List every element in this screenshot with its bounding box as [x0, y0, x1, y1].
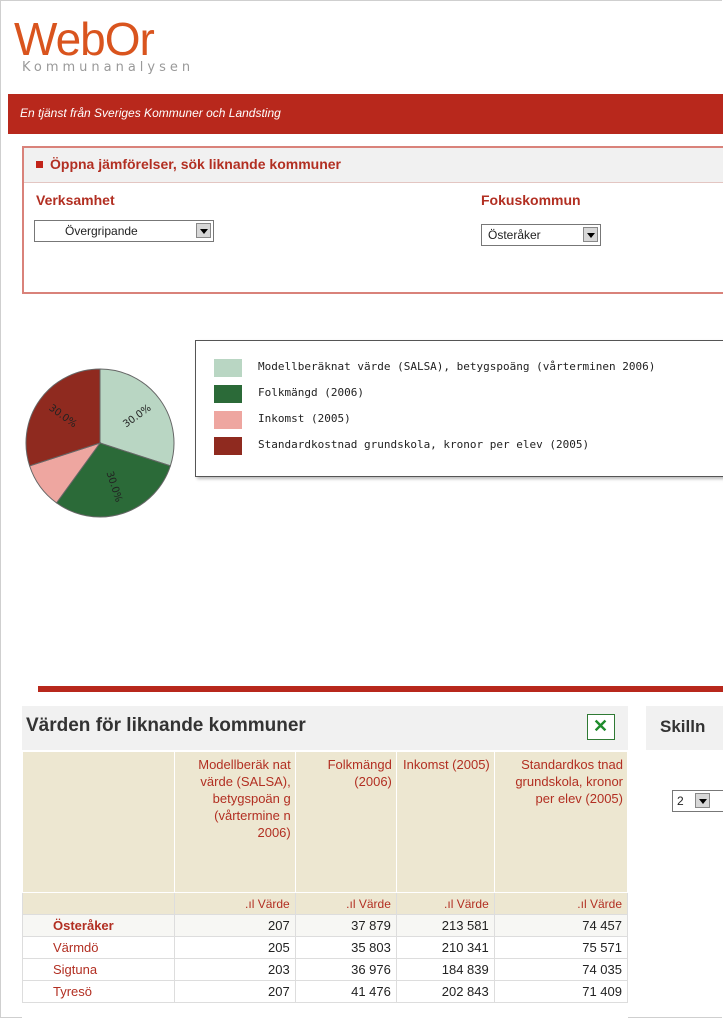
- table-panel-header: Värden för liknande kommuner ✕: [22, 706, 628, 750]
- chevron-down-icon[interactable]: [583, 227, 598, 242]
- values-table: Modellberäk nat värde (SALSA), betygspoä…: [21, 751, 629, 1003]
- fokuskommun-select[interactable]: Österåker: [481, 224, 601, 246]
- table-cell: 203: [174, 958, 296, 981]
- table-cell: 74 035: [493, 958, 629, 981]
- chevron-down-icon[interactable]: [196, 223, 211, 238]
- sort-value-header[interactable]: .ıl Värde: [493, 892, 629, 915]
- legend-swatch: [214, 437, 242, 455]
- table-subheader-row: .ıl Värde .ıl Värde .ıl Värde .ıl Värde: [21, 892, 629, 915]
- fokuskommun-value: Österåker: [488, 228, 541, 242]
- table-cell: 36 976: [294, 958, 397, 981]
- column-header: [21, 751, 176, 893]
- verksamhet-label: Verksamhet: [36, 192, 115, 208]
- table-cell: 207: [174, 914, 296, 937]
- column-header[interactable]: Modellberäk nat värde (SALSA), betygspoä…: [174, 751, 296, 893]
- table-cell: 213 581: [395, 914, 495, 937]
- logo-brand: WebOr: [14, 13, 155, 65]
- verksamhet-select[interactable]: Övergripande: [34, 220, 214, 242]
- legend-swatch: [214, 385, 242, 403]
- table-cell: 37 879: [294, 914, 397, 937]
- chevron-down-icon[interactable]: [695, 793, 710, 808]
- side-panel-header: Skilln: [646, 706, 723, 750]
- header-bar: En tjänst från Sveriges Kommuner och Lan…: [8, 94, 723, 134]
- municipality-link[interactable]: Sigtuna: [21, 958, 176, 981]
- table-cell: 202 843: [395, 980, 495, 1003]
- legend-swatch: [214, 411, 242, 429]
- side-panel-title: Skilln: [660, 717, 706, 736]
- verksamhet-value: Övergripande: [65, 224, 138, 238]
- search-panel: Öppna jämförelser, sök liknande kommuner…: [22, 146, 723, 294]
- bullet-icon: [36, 161, 43, 168]
- legend-swatch: [214, 359, 242, 377]
- table-cell: 74 457: [493, 914, 629, 937]
- logo-subtitle: Kommunanalysen: [22, 60, 195, 75]
- tagline: En tjänst från Sveriges Kommuner och Lan…: [20, 106, 281, 120]
- table-cell: 207: [174, 980, 296, 1003]
- column-header[interactable]: Standardkos tnad grundskola, kronor per …: [493, 751, 629, 893]
- chart-legend: Modellberäknat värde (SALSA), betygspoän…: [195, 340, 723, 477]
- pie-chart: 30.0%30.0%30.0%: [25, 368, 175, 518]
- sort-value-header[interactable]: .ıl Värde: [294, 892, 397, 915]
- column-header[interactable]: Folkmängd (2006): [294, 751, 397, 893]
- legend-label: Folkmängd (2006): [258, 386, 364, 399]
- table-row: Värmdö 205 35 803 210 341 75 571: [21, 936, 629, 959]
- search-panel-header[interactable]: Öppna jämförelser, sök liknande kommuner: [24, 148, 723, 183]
- table-cell: 184 839: [395, 958, 495, 981]
- table-cell: 205: [174, 936, 296, 959]
- table-header-row: Modellberäk nat värde (SALSA), betygspoä…: [21, 751, 629, 893]
- table-row: Österåker 207 37 879 213 581 74 457: [21, 914, 629, 937]
- table-row: Sigtuna 203 36 976 184 839 74 035: [21, 958, 629, 981]
- municipality-link[interactable]: Värmdö: [21, 936, 176, 959]
- side-panel-select[interactable]: 2: [672, 790, 723, 812]
- table-panel: Värden för liknande kommuner ✕ Modellber…: [21, 706, 629, 1018]
- table-cell: 41 476: [294, 980, 397, 1003]
- table-cell: 210 341: [395, 936, 495, 959]
- sort-value-header: [21, 892, 176, 915]
- table-cell: 75 571: [493, 936, 629, 959]
- table-cell: 35 803: [294, 936, 397, 959]
- section-divider: [38, 686, 723, 692]
- legend-label: Inkomst (2005): [258, 412, 351, 425]
- search-panel-title: Öppna jämförelser, sök liknande kommuner: [50, 156, 341, 172]
- fokuskommun-label: Fokuskommun: [481, 192, 581, 208]
- column-header[interactable]: Inkomst (2005): [395, 751, 495, 893]
- side-panel-select-value: 2: [677, 794, 684, 808]
- sort-value-header[interactable]: .ıl Värde: [395, 892, 495, 915]
- table-title: Värden för liknande kommuner: [26, 715, 306, 736]
- legend-label: Modellberäknat värde (SALSA), betygspoän…: [258, 360, 656, 373]
- table-row: Tyresö 207 41 476 202 843 71 409: [21, 980, 629, 1003]
- legend-label: Standardkostnad grundskola, kronor per e…: [258, 438, 590, 451]
- municipality-link[interactable]: Österåker: [21, 914, 176, 937]
- excel-icon[interactable]: ✕: [587, 714, 615, 740]
- sort-value-header[interactable]: .ıl Värde: [174, 892, 296, 915]
- municipality-link[interactable]: Tyresö: [21, 980, 176, 1003]
- table-cell: 71 409: [493, 980, 629, 1003]
- logo[interactable]: WebOr Kommunanalysen: [14, 14, 194, 75]
